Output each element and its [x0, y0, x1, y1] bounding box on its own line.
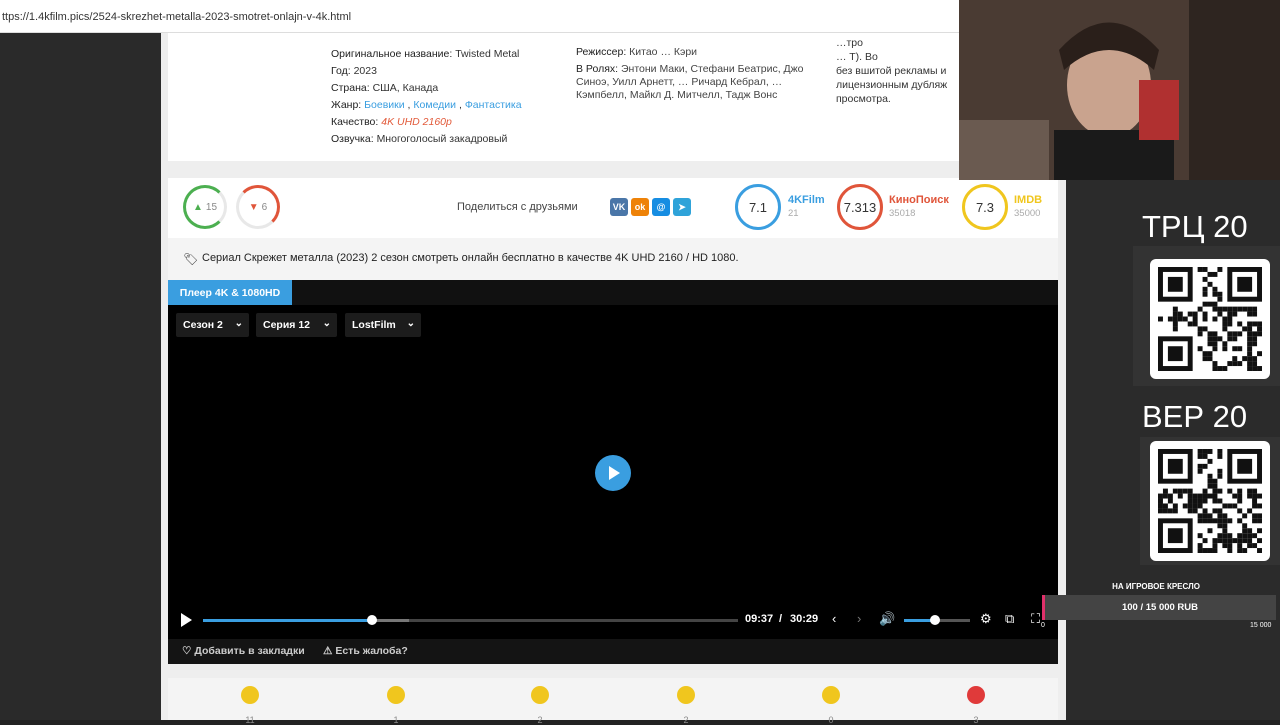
description-snippet: …тро … T). Во без вшитой рекламы и лицен…: [836, 37, 948, 105]
qr-code-2-image: [1158, 449, 1262, 553]
thumbs-up-emoji-icon: [241, 686, 259, 704]
chevron-down-icon: ⌄: [234, 318, 243, 329]
qr-code-1: [1150, 259, 1270, 379]
director-row: Режиссер: Китао … Кэри: [576, 46, 698, 58]
crew-details: Режиссер: Китао … Кэри В Ролях: Энтони М…: [576, 46, 811, 102]
genre-link-scifi[interactable]: Фантастика: [465, 99, 522, 111]
sad-emoji-icon: [822, 686, 840, 704]
reaction-like[interactable]: 11: [240, 686, 260, 725]
score-4kfilm-name: 4KFilm: [788, 194, 825, 206]
qr1-title: ТРЦ 20: [1142, 209, 1248, 244]
gear-icon[interactable]: ⚙: [980, 611, 992, 627]
play-icon[interactable]: [181, 613, 192, 627]
video-player[interactable]: Плеер 4K & 1080HD Сезон 2 ⌄ Серия 12 ⌄ Los…: [168, 280, 1058, 664]
description-text: Сериал Скрежет металла (2023) 2 сезон см…: [202, 252, 739, 264]
time-separator: /: [779, 613, 783, 625]
complaint-button[interactable]: ⚠ Есть жалоба?: [323, 645, 408, 657]
laugh-emoji-icon: [531, 686, 549, 704]
reaction-surprise[interactable]: 2: [676, 686, 696, 725]
chevron-down-icon: ⌄: [406, 318, 415, 329]
score-kinopoisk-count: 35018: [889, 208, 916, 219]
page-left-background: [0, 33, 161, 720]
chevron-down-icon: ⌄: [322, 318, 331, 329]
donation-min: 0: [1041, 622, 1045, 629]
genre-link-comedy[interactable]: Комедии: [413, 99, 456, 111]
movie-details: Оригинальное название: Twisted Metal Год…: [331, 46, 561, 148]
share-label: Поделиться с друзьями: [457, 201, 578, 213]
movie-info-card: Оригинальное название: Twisted Metal Год…: [168, 33, 1058, 161]
donation-max: 15 000: [1250, 622, 1272, 629]
reaction-sad[interactable]: 0: [821, 686, 841, 725]
reactions-bar: 11 1 2 2 0 3: [168, 678, 1058, 725]
country-row: Страна: США, Канада: [331, 82, 439, 94]
bookmark-button[interactable]: ♡ Добавить в закладки: [182, 645, 305, 657]
share-telegram-button[interactable]: ➤: [673, 198, 691, 216]
big-play-button[interactable]: [595, 455, 631, 491]
player-tab-4k[interactable]: Плеер 4K & 1080HD: [168, 280, 292, 305]
dislike-button[interactable]: ▼ 6: [236, 185, 280, 229]
year-row: Год: 2023: [331, 65, 377, 77]
webcam-image: [959, 0, 1280, 180]
player-actions: ♡ Добавить в закладки ⚠ Есть жалоба?: [168, 639, 1058, 664]
volume-handle[interactable]: [930, 615, 941, 625]
thumbs-up-icon: ▲: [192, 201, 203, 213]
qr-code-1-image: [1158, 267, 1262, 371]
donation-progress-bar: 100 / 15 000 RUB: [1042, 595, 1276, 620]
warning-icon: ⚠: [323, 645, 333, 657]
score-4kfilm-circle: 7.1: [735, 184, 781, 230]
score-4kfilm-count: 21: [788, 208, 799, 219]
genre-row: Жанр: Боевики , Комедии , Фантастика: [331, 99, 522, 111]
fullscreen-icon[interactable]: ⛶: [1031, 611, 1040, 627]
score-imdb-circle: 7.3: [962, 184, 1008, 230]
episode-select[interactable]: Серия 12 ⌄: [256, 313, 337, 337]
description-row: 🏷 Сериал Скрежет металла (2023) 2 сезон …: [168, 238, 1058, 280]
qr2-title: ВЕР 20: [1142, 399, 1248, 434]
share-ok-button[interactable]: ok: [631, 198, 649, 216]
reaction-dislike[interactable]: 1: [386, 686, 406, 725]
time-total: 30:29: [790, 613, 819, 625]
donation-goal-title: НА ИГРОВОЕ КРЕСЛО: [1112, 582, 1200, 591]
rating-row: ▲ 15 ▼ 6 Поделиться с друзьями VK ok @ ➤ 7…: [168, 178, 1058, 238]
tag-icon: 🏷: [183, 252, 199, 266]
webcam-feed: [959, 0, 1280, 180]
score-imdb-count: 35000: [1014, 208, 1041, 219]
prev-icon[interactable]: ‹: [832, 611, 836, 626]
next-icon[interactable]: ›: [857, 611, 861, 626]
url-text[interactable]: ttps://1.4kfilm.pics/2524-skrezhet-metal…: [2, 11, 351, 23]
voiceover-row: Озвучка: Многоголосый закадровый: [331, 133, 508, 145]
score-kinopoisk-circle: 7.313: [837, 184, 883, 230]
genre-link-action[interactable]: Боевики: [364, 99, 404, 111]
voiceover-select[interactable]: LostFilm ⌄: [345, 313, 421, 337]
popout-icon[interactable]: ⧉: [1005, 611, 1014, 627]
surprise-emoji-icon: [677, 686, 695, 704]
qr-code-2: [1150, 441, 1270, 561]
volume-icon[interactable]: 🔊: [879, 611, 895, 627]
cast-row: В Ролях: Энтони Маки, Стефани Беатрис, Д…: [576, 63, 804, 101]
quality-row: Качество: 4K UHD 2160p: [331, 116, 452, 128]
thumbs-down-icon: ▼: [248, 201, 259, 213]
donation-value: 100 / 15 000 RUB: [1121, 602, 1199, 613]
original-title-row: Оригинальное название: Twisted Metal: [331, 48, 520, 60]
progress-handle[interactable]: [366, 615, 377, 625]
player-tab-bar: Плеер 4K & 1080HD: [168, 280, 1058, 305]
season-select[interactable]: Сезон 2 ⌄: [176, 313, 249, 337]
quality-link[interactable]: 4K UHD 2160p: [381, 116, 452, 128]
progress-fill: [203, 619, 372, 622]
score-kinopoisk-name: КиноПоиск: [889, 194, 949, 206]
address-bar[interactable]: ttps://1.4kfilm.pics/2524-skrezhet-metal…: [0, 0, 960, 33]
heart-icon: ♡: [182, 645, 192, 657]
time-current: 09:37: [745, 613, 774, 625]
thumbs-down-emoji-icon: [387, 686, 405, 704]
reaction-laugh[interactable]: 2: [530, 686, 550, 725]
page-content: Оригинальное название: Twisted Metal Год…: [161, 33, 1066, 725]
angry-emoji-icon: [967, 686, 985, 704]
score-imdb-name: IMDB: [1014, 194, 1043, 206]
share-vk-button[interactable]: VK: [610, 198, 628, 216]
share-mymail-button[interactable]: @: [652, 198, 670, 216]
like-button[interactable]: ▲ 15: [183, 185, 227, 229]
progress-bar[interactable]: [203, 619, 738, 622]
reaction-angry[interactable]: 3: [966, 686, 986, 725]
